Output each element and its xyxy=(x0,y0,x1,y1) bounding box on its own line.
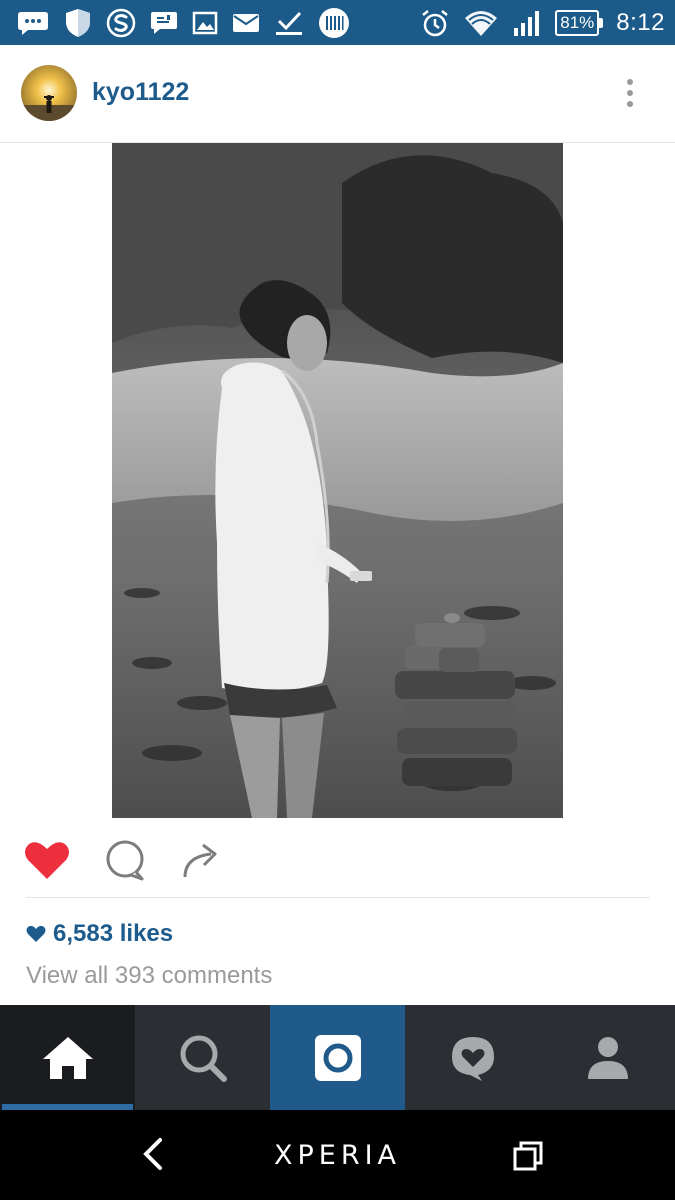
post-photo[interactable] xyxy=(112,143,563,818)
message-icon xyxy=(151,11,177,34)
divider xyxy=(26,897,650,898)
wifi-icon xyxy=(465,10,498,36)
profile-icon xyxy=(587,1036,628,1079)
image-icon xyxy=(192,11,218,34)
recent-apps-icon[interactable] xyxy=(512,1140,544,1172)
battery-level: 81% xyxy=(560,12,595,32)
signal-icon xyxy=(514,10,540,36)
system-navigation-bar: XPERIA xyxy=(0,1110,675,1200)
heart-small-icon xyxy=(26,925,46,942)
post-actions xyxy=(0,820,675,898)
avatar[interactable] xyxy=(21,65,77,121)
check-download-icon xyxy=(276,11,302,35)
like-button[interactable] xyxy=(22,836,72,884)
heart-filled-icon xyxy=(25,842,69,879)
battery-indicator: 81% xyxy=(555,9,604,36)
mail-icon xyxy=(233,13,259,32)
more-options-button[interactable] xyxy=(615,75,645,111)
tab-profile[interactable] xyxy=(540,1005,675,1110)
shield-icon xyxy=(66,8,90,37)
post-header: kyo1122 xyxy=(0,45,675,143)
more-vertical-icon xyxy=(627,79,633,107)
tab-search[interactable] xyxy=(135,1005,270,1110)
skype-icon xyxy=(106,8,136,37)
comment-icon xyxy=(106,840,144,881)
clock: 8:12 xyxy=(616,8,665,36)
home-icon xyxy=(42,1036,93,1079)
search-icon xyxy=(180,1035,227,1082)
likes-summary[interactable]: 6,583 likes xyxy=(26,918,173,950)
share-arrow-icon xyxy=(183,843,217,878)
share-button[interactable] xyxy=(176,836,226,884)
barcode-icon xyxy=(319,7,349,38)
chat-bubble-icon xyxy=(18,11,48,35)
bottom-tab-bar xyxy=(0,1005,675,1110)
tab-activity[interactable] xyxy=(405,1005,540,1110)
status-bar: 81% 8:12 xyxy=(0,0,675,45)
tab-camera[interactable] xyxy=(270,1005,405,1110)
brand-logo: XPERIA xyxy=(273,1140,402,1171)
activity-heart-icon xyxy=(451,1036,494,1081)
tab-home[interactable] xyxy=(0,1005,135,1110)
likes-count: 6,583 likes xyxy=(53,920,174,947)
camera-icon xyxy=(314,1034,361,1081)
alarm-icon xyxy=(422,9,449,36)
view-comments-link[interactable]: View all 393 comments xyxy=(26,962,272,990)
username-link[interactable]: kyo1122 xyxy=(92,78,189,107)
comment-button[interactable] xyxy=(100,836,150,884)
